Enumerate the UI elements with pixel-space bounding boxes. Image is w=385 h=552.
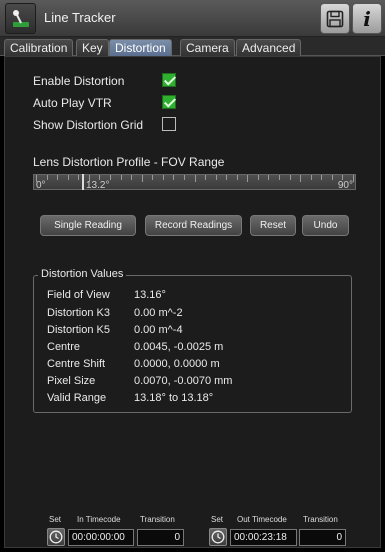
title-bar: Line Tracker i [0,0,385,37]
in-transition-label: Transition [140,515,175,524]
record-readings-button[interactable]: Record Readings [145,215,242,236]
fov-max-label: 90° [337,180,353,191]
slider-tick [183,175,185,180]
distortion-values-title: Distortion Values [38,268,127,280]
undo-button[interactable]: Undo [302,215,349,236]
slider-tick [257,175,259,180]
value-value: 13.16° [134,289,166,301]
enable-distortion-checkbox[interactable] [162,73,176,87]
value-key: Valid Range [47,392,107,404]
app-title: Line Tracker [44,10,116,25]
slider-tick [215,175,217,180]
auto-play-vtr-label: Auto Play VTR [33,96,112,110]
value-value: 0.0045, -0.0025 m [134,341,224,353]
out-timecode-field[interactable]: 00:00:23:18 [230,529,297,546]
single-reading-button[interactable]: Single Reading [40,215,136,236]
value-value: 0.0070, -0.0070 mm [134,375,233,387]
out-transition-field[interactable]: 0 [299,529,346,546]
slider-tick [152,175,154,180]
joystick-icon[interactable] [5,3,36,34]
tab-camera[interactable]: Camera [180,39,235,56]
out-timecode-label: Out Timecode [237,515,287,524]
in-timecode-field[interactable]: 00:00:00:00 [68,529,134,546]
tab-advanced[interactable]: Advanced [236,39,302,56]
fov-min-label: 0° [36,180,46,191]
value-key: Pixel Size [47,375,96,387]
value-key: Centre Shift [47,358,106,370]
slider-tick [141,175,143,182]
slider-tick [205,175,207,180]
slider-tick [268,175,270,180]
enable-distortion-label: Enable Distortion [33,74,125,88]
clock-icon [49,530,63,544]
value-key: Distortion K5 [47,324,110,336]
value-value: 0.00 m^-4 [134,324,183,336]
value-value: 0.0000, 0.0000 m [134,358,220,370]
floppy-disk-icon [326,10,344,27]
info-button[interactable]: i [352,3,382,34]
reset-button[interactable]: Reset [250,215,296,236]
distortion-values-group: Distortion Values Field of View 13.16° D… [33,268,352,413]
slider-tick [342,175,344,180]
value-key: Field of View [47,289,110,301]
slider-tick [67,175,69,180]
save-button[interactable] [320,3,350,34]
out-set-button[interactable] [209,528,227,546]
fov-slider-thumb[interactable] [82,174,85,190]
value-key: Centre [47,341,81,353]
out-transition-label: Transition [303,515,338,524]
slider-tick [46,175,48,180]
slider-tick [162,175,164,180]
show-distortion-grid-label: Show Distortion Grid [33,118,144,132]
slider-tick [173,175,175,180]
slider-tick [226,175,228,180]
slider-tick [99,175,101,180]
slider-tick [236,175,238,180]
slider-tick [353,175,354,182]
tab-calibration[interactable]: Calibration [4,39,74,56]
slider-tick [78,175,80,180]
clock-icon [211,530,225,544]
value-key: Distortion K3 [47,307,110,319]
in-timecode-label: In Timecode [77,515,121,524]
slider-tick [321,175,323,180]
auto-play-vtr-checkbox[interactable] [162,95,176,109]
value-value: 13.18° to 13.18° [134,392,214,404]
fov-range-label: Lens Distortion Profile - FOV Range [33,155,225,169]
slider-tick [57,175,59,180]
tab-bar: Calibration Key Distortion Camera Advanc… [0,37,385,56]
value-value: 0.00 m^-2 [134,307,183,319]
info-icon: i [363,6,371,31]
tab-distortion[interactable]: Distortion [109,39,172,56]
slider-tick [289,175,291,180]
show-distortion-grid-checkbox[interactable] [162,117,176,131]
slider-tick [36,175,37,182]
in-transition-field[interactable]: 0 [137,529,184,546]
slider-tick [331,175,333,180]
slider-tick [88,175,90,182]
slider-tick [194,175,196,182]
slider-tick [109,175,111,180]
in-set-button[interactable] [47,528,65,546]
in-set-label: Set [49,515,62,524]
out-set-label: Set [211,515,224,524]
tab-key[interactable]: Key [76,39,109,56]
slider-tick [300,175,302,182]
fov-range-slider[interactable]: 0° 13.2° 90° [33,174,356,191]
slider-tick [120,175,122,180]
slider-tick [310,175,312,180]
slider-tick [131,175,133,180]
slider-tick [247,175,249,182]
slider-tick [279,175,281,180]
